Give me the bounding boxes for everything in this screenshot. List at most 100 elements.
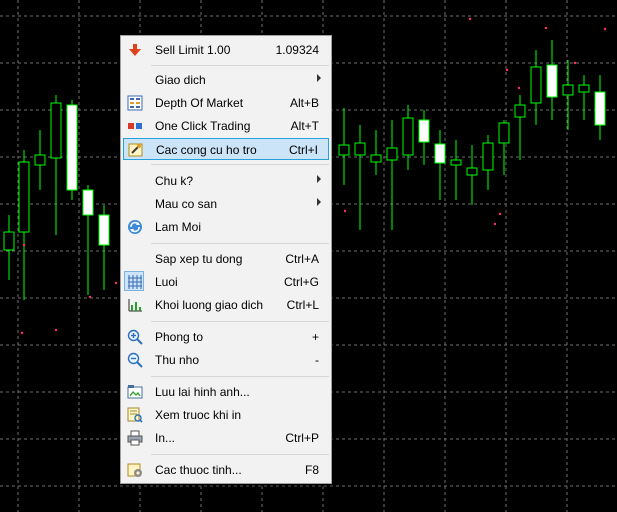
chart-dot	[498, 212, 502, 216]
menu-item-depth-of-market[interactable]: Depth Of Market Alt+B	[123, 92, 329, 114]
menu-item-label: Sap xep tu dong	[155, 252, 243, 266]
candle-body	[386, 147, 398, 161]
chart-dot	[343, 209, 347, 213]
menu-item-label: Phong to	[155, 330, 204, 344]
zoom-in-icon	[127, 329, 143, 345]
menu-item-luoi[interactable]: Luoi Ctrl+G	[123, 271, 329, 293]
chart-dot	[505, 68, 509, 72]
candle-body	[434, 143, 446, 164]
menu-item-thu-nho[interactable]: Thu nho -	[123, 349, 329, 371]
menu-item-label: Cac cong cu ho tro	[156, 143, 257, 157]
candle-body	[3, 231, 15, 251]
menu-item-label: One Click Trading	[155, 119, 251, 133]
chart-dot	[114, 281, 118, 285]
menu-separator	[151, 321, 329, 322]
candle-body	[498, 122, 510, 144]
depth-of-market-icon	[127, 95, 143, 111]
candle-body	[578, 84, 590, 93]
menu-item-label: Sell Limit 1.00	[155, 43, 231, 57]
menu-item-xem-truoc-khi-in[interactable]: Xem truoc khi in	[123, 404, 329, 426]
chart-dot	[603, 27, 607, 31]
menu-item-label: Giao dich	[155, 73, 206, 87]
menu-item-in[interactable]: In... Ctrl+P	[123, 427, 329, 449]
properties-icon	[127, 462, 143, 478]
candle-body	[370, 154, 382, 163]
candle-body	[50, 102, 62, 159]
menu-separator	[151, 65, 329, 66]
menu-item-shortcut: Ctrl+A	[285, 252, 319, 266]
chart-dot	[517, 86, 521, 90]
chart-context-menu: Sell Limit 1.00 1.09324 Giao dich Depth …	[120, 35, 332, 484]
menu-item-giao-dich[interactable]: Giao dich	[123, 69, 329, 91]
menu-item-shortcut: -	[315, 353, 319, 367]
submenu-arrow-icon	[317, 74, 321, 82]
candle-body	[18, 161, 30, 233]
menu-item-label: Depth Of Market	[155, 96, 244, 110]
menu-item-lam-moi[interactable]: Lam Moi	[123, 216, 329, 238]
zoom-out-icon	[127, 352, 143, 368]
candle-body	[402, 117, 414, 156]
chart-dot	[493, 222, 497, 226]
menu-item-label: Mau co san	[155, 197, 218, 211]
menu-item-cac-cong-cu-ho-tro[interactable]: Cac cong cu ho tro Ctrl+I	[123, 138, 329, 160]
menu-item-label: In...	[155, 431, 176, 445]
menu-separator	[151, 243, 329, 244]
menu-separator	[151, 454, 329, 455]
candle-body	[34, 154, 46, 166]
menu-item-label: Luu lai hinh anh...	[155, 385, 250, 399]
candle-body	[466, 167, 478, 176]
chart-dot	[468, 17, 472, 21]
sell-arrow-icon	[127, 42, 143, 58]
candle-body	[450, 159, 462, 166]
chart-dot	[544, 26, 548, 30]
menu-item-mau-co-san[interactable]: Mau co san	[123, 193, 329, 215]
candle-body	[482, 142, 494, 171]
candle-body	[418, 119, 430, 143]
submenu-arrow-icon	[317, 175, 321, 183]
menu-item-khoi-luong-giao-dich[interactable]: Khoi luong giao dich Ctrl+L	[123, 294, 329, 316]
menu-item-one-click-trading[interactable]: One Click Trading Alt+T	[123, 115, 329, 137]
print-preview-icon	[127, 407, 143, 423]
chart-dot	[22, 243, 26, 247]
menu-item-label: Thu nho	[155, 353, 200, 367]
candle-body	[98, 214, 110, 246]
menu-item-label: Cac thuoc tinh...	[155, 463, 242, 477]
candle-body	[562, 84, 574, 96]
menu-item-label: Xem truoc khi in	[155, 408, 242, 422]
menu-item-shortcut: Ctrl+P	[285, 431, 319, 445]
chart-dot	[20, 331, 24, 335]
candle-body	[514, 104, 526, 118]
menu-item-label: Khoi luong giao dich	[155, 298, 264, 312]
menu-item-shortcut: 1.09324	[275, 43, 319, 57]
menu-item-shortcut: F8	[304, 463, 319, 477]
menu-separator	[151, 164, 329, 165]
menu-item-cac-thuoc-tinh[interactable]: Cac thuoc tinh... F8	[123, 459, 329, 481]
menu-separator	[151, 376, 329, 377]
volume-icon	[127, 297, 143, 313]
menu-item-shortcut: Ctrl+I	[288, 143, 318, 157]
chart-dot	[54, 328, 58, 332]
menu-item-phong-to[interactable]: Phong to +	[123, 326, 329, 348]
candle-body	[546, 64, 558, 98]
menu-item-shortcut: Ctrl+L	[286, 298, 319, 312]
menu-item-label: Luoi	[155, 275, 178, 289]
menu-item-sap-xep-tu-dong[interactable]: Sap xep tu dong Ctrl+A	[123, 248, 329, 270]
menu-item-luu-lai-hinh-anh[interactable]: Luu lai hinh anh...	[123, 381, 329, 403]
chart-dot	[573, 61, 577, 65]
menu-item-shortcut: Alt+T	[290, 119, 319, 133]
menu-item-chu-ky[interactable]: Chu k?	[123, 170, 329, 192]
menu-item-shortcut: +	[311, 330, 319, 344]
candle-body	[354, 142, 366, 156]
tools-icon	[128, 142, 144, 158]
print-icon	[127, 430, 143, 446]
save-image-icon	[127, 384, 143, 400]
chart-dot	[88, 295, 92, 299]
candle-body	[338, 144, 350, 156]
menu-item-sell-limit[interactable]: Sell Limit 1.00 1.09324	[123, 39, 329, 61]
menu-item-shortcut: Ctrl+G	[283, 275, 319, 289]
candle-body	[82, 189, 94, 216]
refresh-icon	[127, 219, 143, 235]
candle-body	[530, 66, 542, 104]
menu-item-shortcut: Alt+B	[289, 96, 319, 110]
grid-icon	[124, 271, 144, 291]
